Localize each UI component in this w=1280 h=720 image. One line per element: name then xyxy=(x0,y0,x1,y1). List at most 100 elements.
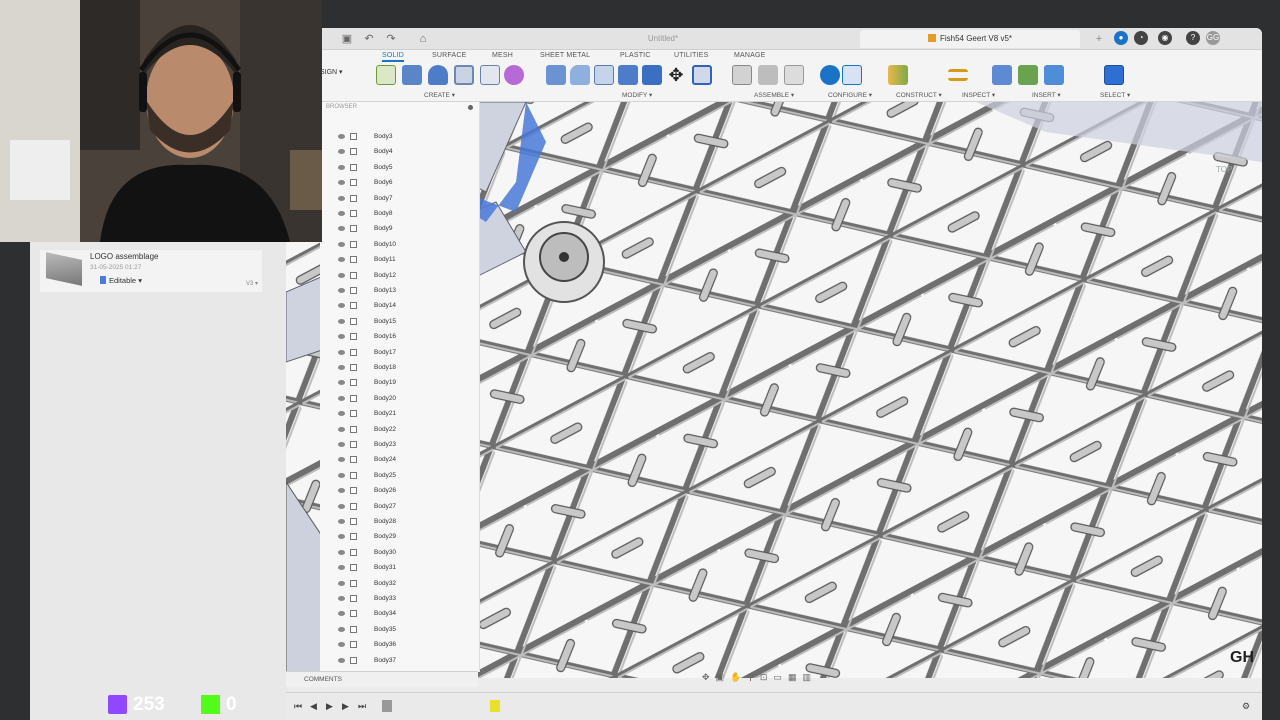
browser-body-row[interactable]: Body32 xyxy=(338,577,448,590)
configure-icon[interactable] xyxy=(820,65,840,85)
measure-icon[interactable] xyxy=(948,69,968,81)
browser-body-row[interactable]: Body4 xyxy=(338,145,448,158)
visibility-eye-icon[interactable] xyxy=(338,211,345,216)
display-settings-icon[interactable]: ▭ xyxy=(773,672,788,682)
visibility-eye-icon[interactable] xyxy=(338,395,345,401)
avatar[interactable]: GG xyxy=(1206,31,1220,45)
select-icon[interactable] xyxy=(1104,65,1124,85)
group-create[interactable]: CREATE ▾ xyxy=(424,91,455,99)
version-dropdown[interactable]: V3 ▾ xyxy=(246,280,258,287)
browser-body-row[interactable]: Body10 xyxy=(338,238,448,251)
data-card-logo-assemblage[interactable]: LOGO assemblage 31-05-2025 01:27 Editabl… xyxy=(40,250,262,292)
visibility-eye-icon[interactable] xyxy=(338,134,345,139)
visibility-eye-icon[interactable] xyxy=(338,257,345,263)
visibility-eye-icon[interactable] xyxy=(338,549,345,555)
browser-body-row[interactable]: Body18 xyxy=(338,361,448,374)
visibility-eye-icon[interactable] xyxy=(338,503,345,509)
tab-surface[interactable]: SURFACE xyxy=(432,52,466,59)
tab-utilities[interactable]: UTILITIES xyxy=(674,52,708,59)
pan-icon[interactable]: ✋ xyxy=(730,672,747,682)
visibility-eye-icon[interactable] xyxy=(338,288,345,293)
timeline-settings-icon[interactable]: ⚙ xyxy=(1242,701,1250,712)
visibility-eye-icon[interactable] xyxy=(338,642,345,648)
undo-icon[interactable]: ↶ xyxy=(362,32,376,46)
insert-mcmaster-icon[interactable] xyxy=(1018,65,1038,85)
visibility-eye-icon[interactable] xyxy=(338,349,345,355)
visibility-eye-icon[interactable] xyxy=(338,411,345,417)
hole-icon[interactable] xyxy=(454,65,474,85)
tab-sheet-metal[interactable]: SHEET METAL xyxy=(540,52,590,59)
visibility-eye-icon[interactable] xyxy=(338,626,345,632)
help-icon[interactable]: ? xyxy=(1186,31,1200,45)
visibility-eye-icon[interactable] xyxy=(338,472,345,478)
notifications-icon[interactable]: ◉ xyxy=(1158,31,1172,45)
revolve-icon[interactable] xyxy=(428,65,448,85)
browser-body-row[interactable]: Body31 xyxy=(338,561,448,574)
browser-body-row[interactable]: Body17 xyxy=(338,346,448,359)
visibility-eye-icon[interactable] xyxy=(338,241,345,247)
browser-body-row[interactable]: Body13 xyxy=(338,284,448,297)
group-inspect[interactable]: INSPECT ▾ xyxy=(962,91,995,99)
tab-mesh[interactable]: MESH xyxy=(492,52,513,59)
visibility-eye-icon[interactable] xyxy=(338,226,345,232)
visibility-eye-icon[interactable] xyxy=(338,164,345,170)
browser-body-row[interactable]: Body33 xyxy=(338,592,448,605)
visibility-eye-icon[interactable] xyxy=(338,519,345,524)
browser-body-row[interactable]: Body9 xyxy=(338,222,448,235)
visibility-eye-icon[interactable] xyxy=(338,365,345,370)
new-component-icon[interactable] xyxy=(732,65,752,85)
visibility-eye-icon[interactable] xyxy=(338,180,345,186)
group-construct[interactable]: CONSTRUCT ▾ xyxy=(896,91,942,99)
create-form-icon[interactable] xyxy=(504,65,524,85)
redo-icon[interactable]: ↷ xyxy=(384,32,398,46)
browser-body-row[interactable]: Body36 xyxy=(338,638,448,651)
chamfer-icon[interactable] xyxy=(594,65,614,85)
offset-plane-icon[interactable] xyxy=(888,65,908,85)
joint-icon[interactable] xyxy=(758,65,778,85)
browser-body-row[interactable]: Body11 xyxy=(338,253,448,266)
browser-pin-icon[interactable] xyxy=(468,105,473,110)
timeline-first-icon[interactable]: ⏮ xyxy=(294,701,302,712)
grid-icon[interactable]: ▦ xyxy=(788,672,803,682)
insert-canvas-icon[interactable] xyxy=(1044,65,1064,85)
browser-body-row[interactable]: Body34 xyxy=(338,607,448,620)
browser-body-row[interactable]: Body20 xyxy=(338,392,448,405)
tab-fish54[interactable]: Fish54 Geert V8 v5* xyxy=(860,30,1080,48)
browser-body-row[interactable]: Body16 xyxy=(338,330,448,343)
workspace-selector[interactable]: SIGN ▾ xyxy=(320,68,343,76)
timeline-play-icon[interactable]: ▶ xyxy=(326,701,333,712)
browser-body-row[interactable]: Body21 xyxy=(338,407,448,420)
browser-body-row[interactable]: Body5 xyxy=(338,161,448,174)
browser-body-row[interactable]: Body8 xyxy=(338,207,448,220)
visibility-eye-icon[interactable] xyxy=(338,272,345,278)
insert-derive-icon[interactable] xyxy=(992,65,1012,85)
browser-body-row[interactable]: Body12 xyxy=(338,269,448,282)
visibility-eye-icon[interactable] xyxy=(338,488,345,494)
move-icon[interactable]: ✥ xyxy=(666,65,686,85)
group-configure[interactable]: CONFIGURE ▾ xyxy=(828,91,872,99)
editable-dropdown[interactable]: Editable ▾ xyxy=(100,276,142,285)
browser-body-row[interactable]: Body30 xyxy=(338,546,448,559)
group-assemble[interactable]: ASSEMBLE ▾ xyxy=(754,91,794,99)
tab-untitled[interactable]: Untitled* xyxy=(568,30,758,48)
visibility-eye-icon[interactable] xyxy=(338,334,345,340)
visibility-eye-icon[interactable] xyxy=(338,380,345,386)
fillet-icon[interactable] xyxy=(570,65,590,85)
browser-body-row[interactable]: Body14 xyxy=(338,299,448,312)
as-built-joint-icon[interactable] xyxy=(784,65,804,85)
combine-icon[interactable] xyxy=(642,65,662,85)
viewcube[interactable]: TOP xyxy=(1216,165,1232,174)
timeline-feature[interactable] xyxy=(382,700,392,712)
visibility-eye-icon[interactable] xyxy=(338,426,345,432)
visibility-eye-icon[interactable] xyxy=(338,149,345,155)
timeline-prev-icon[interactable]: ◀ xyxy=(310,701,317,712)
browser-body-row[interactable]: Body22 xyxy=(338,423,448,436)
visibility-eye-icon[interactable] xyxy=(338,195,345,201)
browser-body-row[interactable]: Body29 xyxy=(338,530,448,543)
fit-icon[interactable]: ⊡ xyxy=(760,672,774,682)
scale-icon[interactable] xyxy=(692,65,712,85)
visibility-eye-icon[interactable] xyxy=(338,596,345,601)
browser-body-row[interactable]: Body6 xyxy=(338,176,448,189)
viewports-icon[interactable]: ▥ xyxy=(802,672,817,682)
group-select[interactable]: SELECT ▾ xyxy=(1100,91,1130,99)
